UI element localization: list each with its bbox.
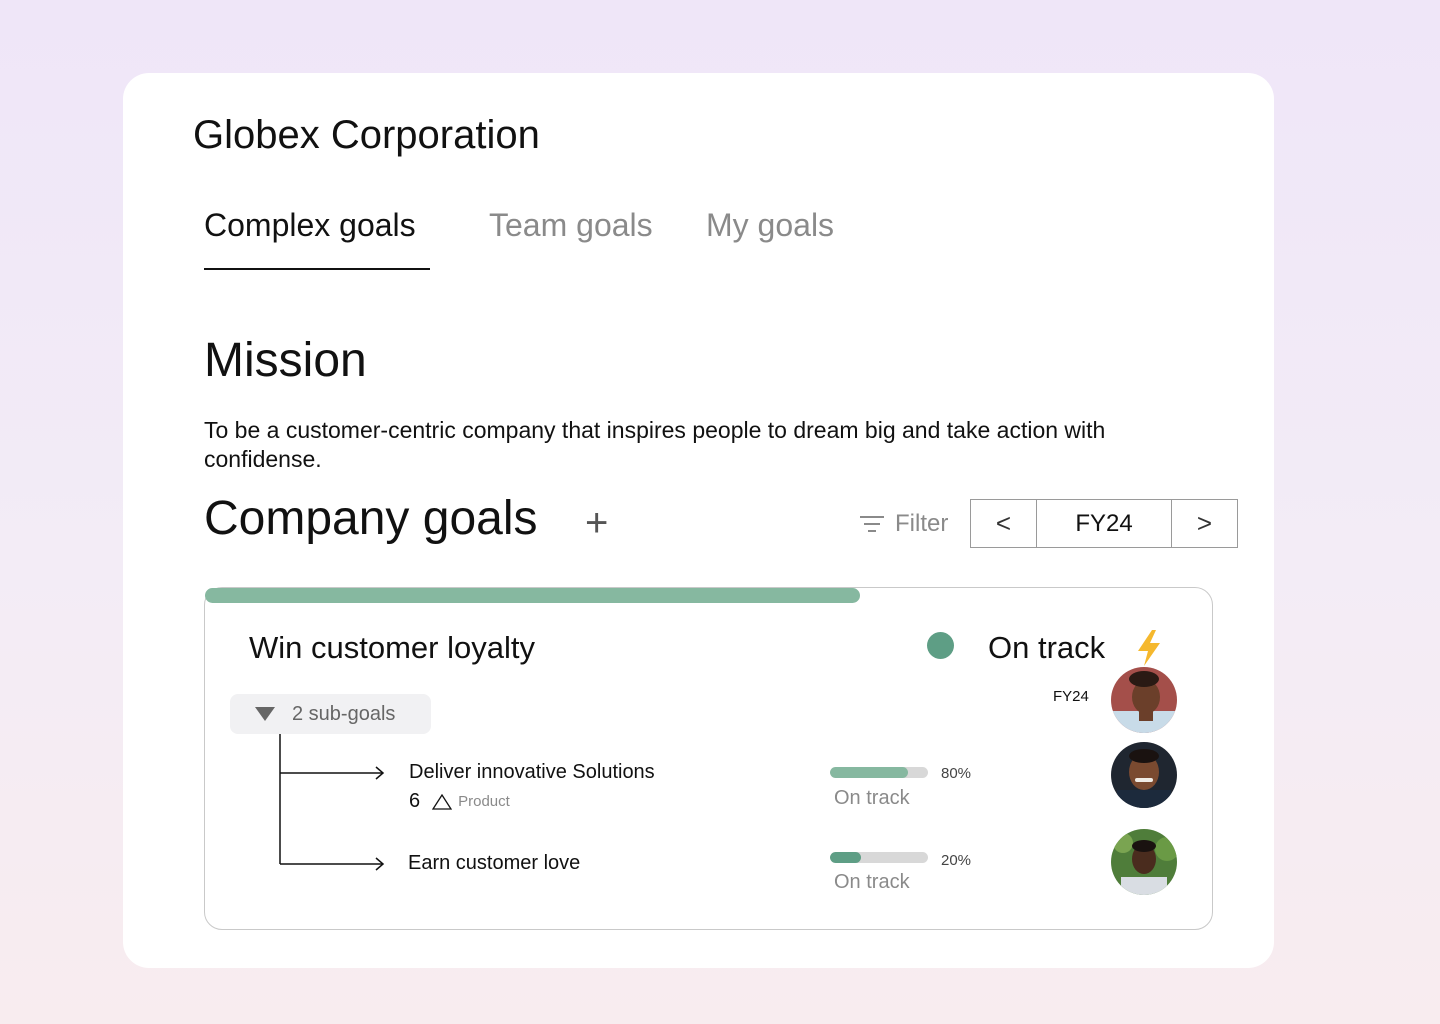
goal-period: FY24 (1053, 688, 1089, 705)
goal-status: On track (988, 630, 1106, 665)
subgoal-progress-bar (830, 852, 928, 863)
goals-card: Globex Corporation Complex goals Team go… (123, 73, 1274, 968)
subgoal-progress-fill (830, 852, 862, 863)
subgoal-meta: 6 Product (409, 790, 510, 813)
period-next-button[interactable]: > (1171, 500, 1237, 547)
filter-icon (860, 516, 884, 532)
mission-text: To be a customer-centric company that in… (204, 417, 1106, 472)
subgoal-team: Product (458, 793, 510, 810)
subgoal-avatar[interactable] (1111, 829, 1177, 895)
owner-avatar[interactable] (1111, 667, 1177, 733)
tab-my-goals[interactable]: My goals (706, 207, 834, 244)
company-title: Globex Corporation (193, 113, 540, 157)
mission-heading: Mission (204, 334, 367, 387)
filter-button[interactable]: Filter (859, 510, 948, 538)
period-value: FY24 (1075, 509, 1133, 537)
triangle-icon (432, 793, 453, 810)
subgoal-progress-label: 20% (941, 852, 972, 869)
filter-label: Filter (895, 510, 949, 537)
company-goals-heading: Company goals (204, 492, 538, 545)
subgoal-title[interactable]: Deliver innovative Solutions (409, 761, 655, 784)
subgoal-progress-fill (830, 767, 909, 778)
status-dot (927, 632, 954, 659)
subgoal-title[interactable]: Earn customer love (408, 852, 580, 875)
subgoal-status: On track (834, 871, 910, 893)
subgoal-count: 6 (409, 790, 421, 812)
subgoal-status: On track (834, 787, 910, 809)
active-tab-indicator (204, 268, 430, 270)
tab-team-goals[interactable]: Team goals (489, 207, 653, 244)
goal-card[interactable]: Win customer loyalty On track FY24 2 sub… (204, 587, 1213, 930)
add-goal-button[interactable]: + (585, 500, 608, 546)
period-selector: < FY24 > (970, 499, 1238, 548)
period-prev-button[interactable]: < (971, 500, 1037, 547)
lightning-icon (1138, 630, 1160, 666)
subgoal-progress-bar (830, 767, 928, 778)
subgoal-progress-label: 80% (941, 765, 972, 782)
subgoal-tree-connector (279, 734, 385, 871)
tab-complex-goals[interactable]: Complex goals (204, 207, 416, 244)
subgoal-avatar[interactable] (1111, 742, 1177, 808)
